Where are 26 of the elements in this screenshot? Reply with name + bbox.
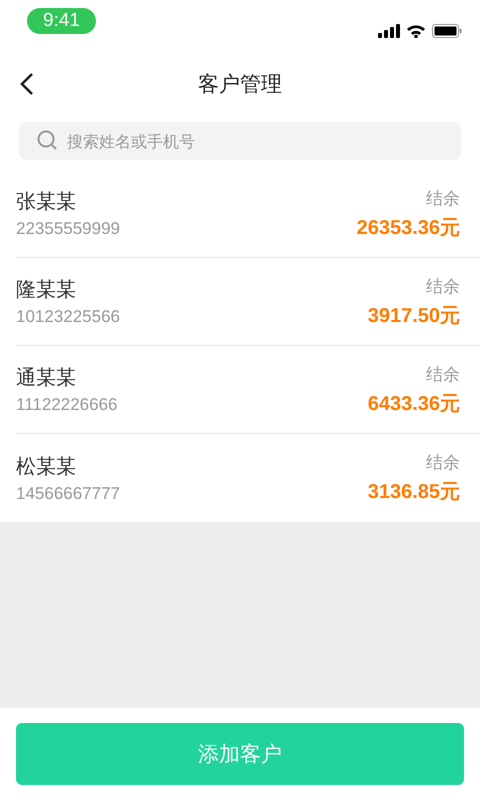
balance-amount: 26353.36元 xyxy=(356,216,460,240)
signal-icon xyxy=(378,24,400,38)
customer-phone: 10123225566 xyxy=(16,307,120,327)
customer-row[interactable]: 隆某某 10123225566 结余 3917.50元 xyxy=(16,258,480,346)
balance-label: 结余 xyxy=(426,364,460,386)
customer-phone: 22355559999 xyxy=(16,219,120,239)
status-time: 9:41 xyxy=(27,8,96,34)
battery-icon xyxy=(432,24,462,38)
customer-name: 通某某 xyxy=(16,364,77,391)
customer-name: 隆某某 xyxy=(16,276,77,303)
search-field[interactable]: 搜索姓名或手机号 xyxy=(19,122,461,160)
balance-label: 结余 xyxy=(426,188,460,210)
customer-row[interactable]: 张某某 22355559999 结余 26353.36元 xyxy=(16,170,480,258)
page-title: 客户管理 xyxy=(198,71,282,98)
balance-amount: 3917.50元 xyxy=(368,304,460,328)
customer-name: 松某某 xyxy=(16,452,77,480)
customer-row[interactable]: 通某某 11122226666 结余 6433.36元 xyxy=(16,346,480,434)
customer-row[interactable]: 松某某 14566667777 结余 3136.85元 xyxy=(16,434,480,522)
balance-label: 结余 xyxy=(426,452,460,474)
customer-phone: 11122226666 xyxy=(16,395,118,415)
wifi-icon xyxy=(406,24,426,38)
balance-amount: 3136.85元 xyxy=(368,480,460,505)
balance-label: 结余 xyxy=(426,276,460,298)
customer-phone: 14566667777 xyxy=(16,484,120,504)
customer-name: 张某某 xyxy=(16,188,77,215)
balance-amount: 6433.36元 xyxy=(368,392,460,416)
